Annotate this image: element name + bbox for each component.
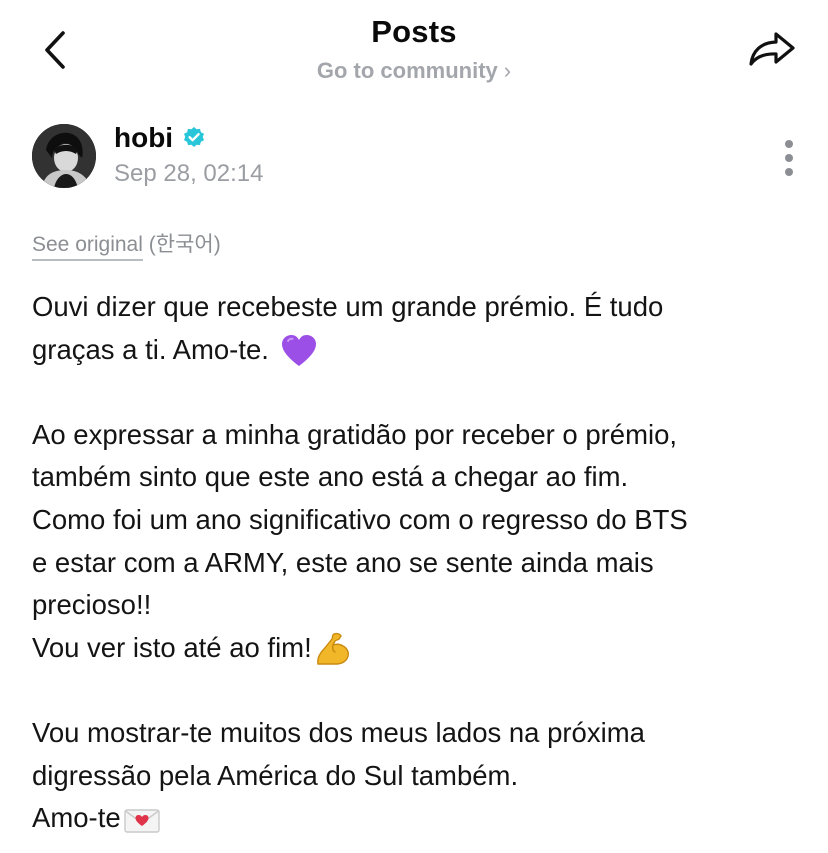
post-line: Vou ver isto até ao fim!	[32, 627, 802, 670]
chevron-right-icon: ›	[503, 58, 512, 83]
post-line: e estar com a ARMY, este ano se sente ai…	[32, 546, 654, 578]
post-line: digressão pela América do Sul também.	[32, 759, 519, 791]
post-line-text: Amo-te	[32, 802, 121, 834]
post-line	[32, 669, 802, 712]
post-line: Como foi um ano significativo com o regr…	[32, 503, 688, 535]
purple-heart-icon	[281, 335, 316, 367]
post-line: Ouvi dizer que recebeste um grande prémi…	[32, 291, 664, 322]
avatar-image	[32, 124, 96, 188]
love-letter-icon	[123, 809, 160, 833]
post-line-text: Vou ver isto até ao fim!	[32, 631, 312, 663]
more-options-button[interactable]	[779, 140, 799, 184]
post-line: precioso!!	[32, 589, 152, 621]
more-vertical-icon	[779, 140, 799, 176]
post-line: também sinto que este ano está a chegar …	[32, 461, 629, 493]
share-arrow-icon	[749, 32, 795, 66]
post-line: Vou mostrar-te muitos dos meus lados na …	[32, 716, 645, 748]
post-line-text: graças a ti. Amo-te.	[32, 333, 269, 365]
page-title: Posts	[371, 14, 457, 49]
go-to-community-link[interactable]: Go to community ›	[0, 58, 828, 84]
flexed-biceps-icon	[316, 633, 349, 666]
post-timestamp: Sep 28, 02:14	[114, 160, 264, 187]
post-line: Amo-te	[32, 797, 802, 840]
verified-badge-icon	[184, 127, 204, 147]
post-line	[32, 371, 802, 414]
top-nav-bar: Posts Go to community ›	[0, 0, 828, 100]
post-author-row: hobi Sep 28, 02:14	[32, 120, 793, 192]
post-line: graças a ti. Amo-te.	[32, 329, 802, 372]
author-name[interactable]: hobi	[114, 122, 173, 154]
see-original-link[interactable]: See original	[32, 233, 143, 261]
post-line: Ao expressar a minha gratidão por recebe…	[32, 418, 678, 450]
post-body: Ouvi dizer que recebeste um grande prémi…	[32, 286, 802, 840]
avatar[interactable]	[32, 124, 96, 188]
original-language-label: (한국어)	[148, 233, 221, 256]
translation-row: See original (한국어)	[32, 228, 221, 261]
community-link-label: Go to community	[316, 58, 498, 83]
share-button[interactable]	[746, 28, 798, 72]
